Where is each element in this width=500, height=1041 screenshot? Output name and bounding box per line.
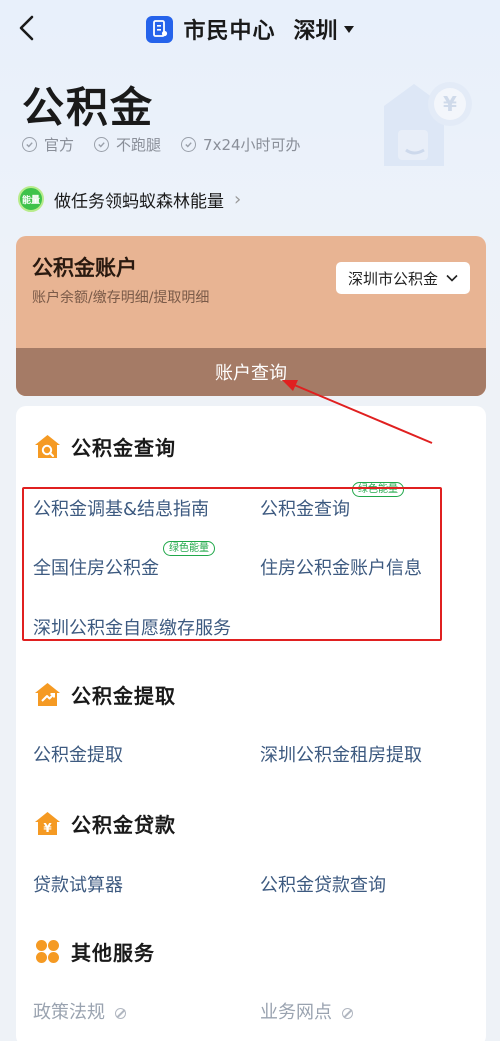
tag-24h: 7x24小时可办 bbox=[181, 134, 301, 155]
item-policy: 政策法规 bbox=[33, 998, 126, 1024]
account-card-subtitle: 账户余额/缴存明细/提取明细 bbox=[32, 290, 210, 306]
nav-title-group: 市民中心 深圳 bbox=[0, 12, 500, 46]
item-account-info[interactable]: 住房公积金账户信息 bbox=[260, 554, 422, 580]
account-query-button[interactable]: 账户查询 bbox=[16, 348, 486, 396]
green-energy-badge: 绿色能量 bbox=[163, 541, 215, 556]
section-title: 公积金贷款 bbox=[71, 813, 176, 837]
house-search-icon bbox=[35, 435, 60, 458]
check-circle-icon bbox=[181, 137, 197, 152]
section-title: 公积金提取 bbox=[71, 684, 176, 708]
city-selector[interactable]: 深圳 bbox=[294, 13, 354, 45]
item-fund-withdraw[interactable]: 公积金提取 bbox=[33, 741, 123, 767]
svg-text:¥: ¥ bbox=[43, 821, 52, 835]
forest-energy-banner[interactable]: 能量 做任务领蚂蚁森林能量 › bbox=[18, 186, 241, 212]
house-arrow-icon bbox=[35, 683, 60, 706]
fund-city-select[interactable]: 深圳市公积金 bbox=[336, 262, 470, 294]
svg-text:¥: ¥ bbox=[443, 92, 457, 116]
tag-label: 不跑腿 bbox=[116, 136, 162, 154]
item-label: 政策法规 bbox=[33, 1002, 105, 1023]
item-loan-calculator[interactable]: 贷款试算器 bbox=[33, 871, 123, 897]
tag-official: 官方 bbox=[22, 134, 74, 155]
tag-no-trip: 不跑腿 bbox=[94, 134, 161, 155]
section-query-header: 公积金查询 bbox=[34, 432, 176, 461]
dropdown-triangle-icon bbox=[343, 25, 354, 33]
disabled-icon bbox=[342, 1007, 353, 1019]
app-name: 市民中心 bbox=[183, 19, 276, 44]
green-energy-badge: 绿色能量 bbox=[352, 482, 404, 497]
item-branches: 业务网点 bbox=[260, 998, 353, 1024]
section-title: 其他服务 bbox=[71, 941, 155, 965]
energy-banner-text: 做任务领蚂蚁森林能量 bbox=[54, 191, 224, 212]
tag-label: 7x24小时可办 bbox=[203, 136, 301, 154]
item-voluntary-deposit[interactable]: 深圳公积金自愿缴存服务 bbox=[33, 614, 231, 640]
energy-badge: 能量 bbox=[18, 186, 44, 212]
app-logo-icon bbox=[146, 15, 174, 43]
chevron-right-icon: › bbox=[234, 188, 242, 210]
wallet-yen-icon: ¥ bbox=[384, 82, 472, 166]
chevron-down-icon bbox=[446, 274, 458, 282]
account-card-title: 公积金账户 bbox=[32, 256, 137, 280]
section-loan-header: ¥ 公积金贷款 bbox=[34, 809, 176, 838]
fund-city-value: 深圳市公积金 bbox=[347, 269, 438, 288]
section-withdraw-header: 公积金提取 bbox=[34, 680, 176, 709]
tag-label: 官方 bbox=[44, 136, 75, 154]
check-circle-icon bbox=[94, 137, 110, 152]
item-loan-query[interactable]: 公积金贷款查询 bbox=[260, 871, 386, 897]
check-circle-icon bbox=[22, 137, 37, 152]
item-rent-withdraw[interactable]: 深圳公积金租房提取 bbox=[260, 741, 422, 767]
disabled-icon bbox=[115, 1007, 126, 1019]
section-other-header: 其他服务 bbox=[34, 937, 155, 966]
item-fund-query[interactable]: 公积金查询 bbox=[260, 495, 350, 521]
page-title: 公积金 bbox=[22, 83, 155, 132]
account-card: 公积金账户 账户余额/缴存明细/提取明细 深圳市公积金 账户查询 bbox=[16, 236, 486, 396]
item-national-fund[interactable]: 全国住房公积金 bbox=[33, 554, 159, 580]
grid-flower-icon bbox=[36, 940, 59, 963]
section-title: 公积金查询 bbox=[71, 436, 176, 460]
house-yen-icon: ¥ bbox=[35, 812, 60, 835]
service-tags: 官方 不跑腿 7x24小时可办 bbox=[22, 134, 301, 155]
item-rate-guide[interactable]: 公积金调基&结息指南 bbox=[33, 495, 209, 521]
top-nav-bar: 市民中心 深圳 bbox=[0, 0, 500, 58]
item-label: 业务网点 bbox=[260, 1002, 332, 1023]
city-label: 深圳 bbox=[293, 19, 338, 44]
